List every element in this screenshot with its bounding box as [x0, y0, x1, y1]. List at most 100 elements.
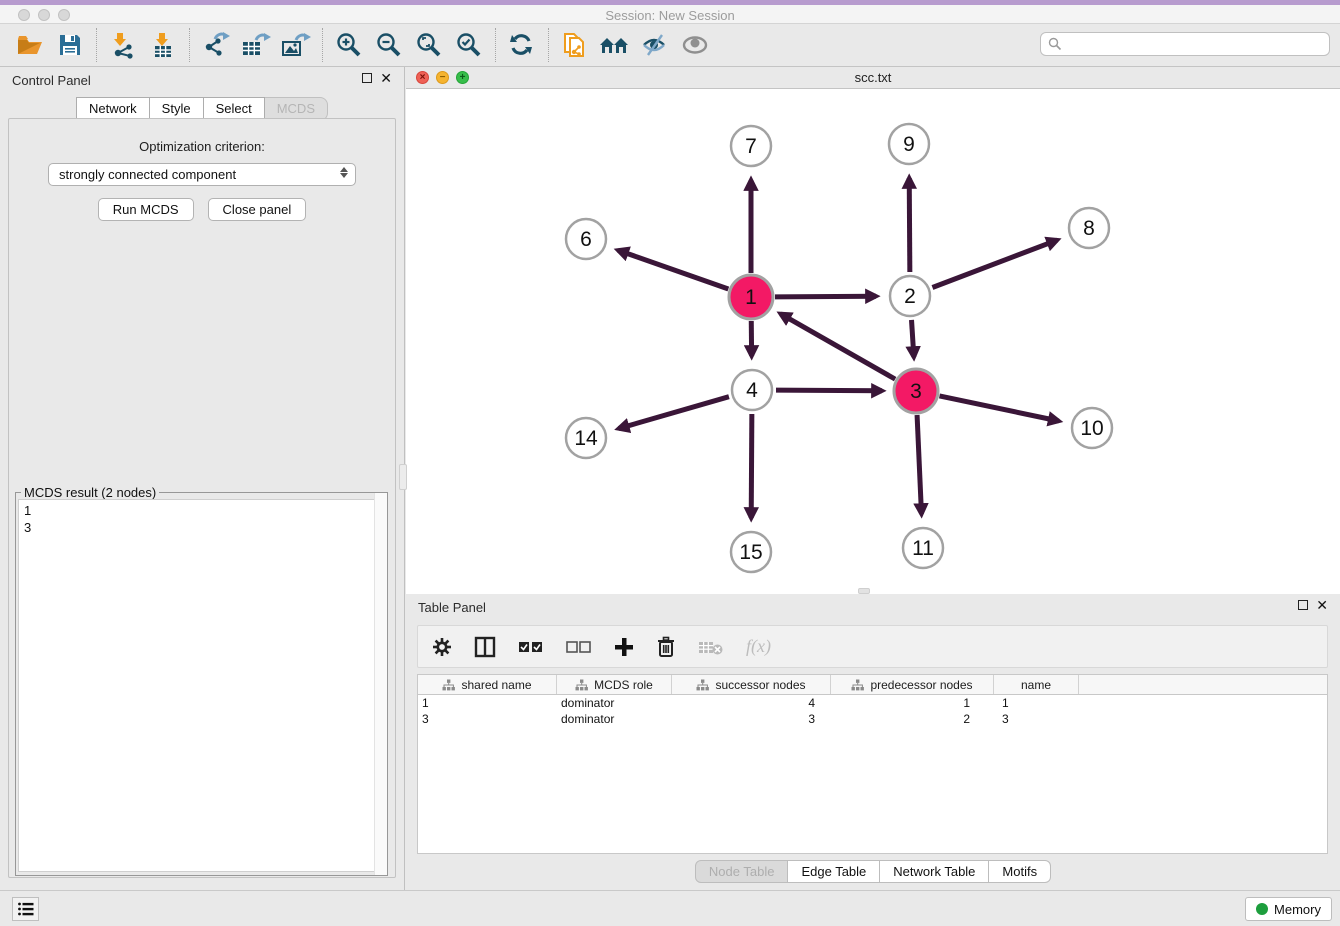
graph-edge-3-11[interactable]: [917, 415, 921, 514]
save-session-button[interactable]: [50, 27, 90, 63]
table-row[interactable]: 3 dominator 3 2 3: [418, 711, 1327, 727]
show-all-button[interactable]: [675, 27, 715, 63]
column-label: shared name: [461, 678, 531, 692]
apply-layout-button[interactable]: [502, 27, 542, 63]
zoom-fit-icon: [415, 31, 443, 59]
toolbar-separator: [322, 28, 323, 62]
cell-successor-nodes[interactable]: 4: [672, 696, 831, 710]
network-view-window: × − + scc.txt 7968124314101511: [406, 67, 1340, 594]
column-namespace-icon: [851, 679, 864, 691]
column-label: name: [1021, 678, 1051, 692]
graph-edge-3-1[interactable]: [781, 314, 896, 379]
graph-edge-4-3[interactable]: [776, 390, 882, 391]
search-icon: [1047, 36, 1063, 52]
graph-edge-2-3[interactable]: [912, 320, 914, 357]
close-panel-icon[interactable]: ✕: [380, 73, 392, 83]
import-table-button[interactable]: [143, 27, 183, 63]
column-header-name[interactable]: name: [994, 675, 1079, 694]
mcds-result-textarea[interactable]: 1 3: [18, 499, 385, 872]
cell-shared-name[interactable]: 3: [418, 712, 557, 726]
graph-node-label-1: 1: [745, 286, 757, 309]
unselect-all-columns-icon[interactable]: [566, 640, 592, 654]
result-scrollbar[interactable]: [374, 493, 387, 875]
cell-predecessor-nodes[interactable]: 2: [831, 712, 994, 726]
export-network-button[interactable]: [196, 27, 236, 63]
optimization-criterion-dropdown[interactable]: strongly connected component: [48, 163, 356, 186]
two-houses-icon: [598, 32, 632, 58]
control-panel: Control Panel ✕ Network Style Select MCD…: [0, 67, 405, 890]
table-settings-gear-icon[interactable]: [432, 637, 452, 657]
graph-edge-4-15[interactable]: [751, 414, 752, 518]
node-table[interactable]: shared name MCDS role: [417, 674, 1328, 854]
cell-mcds-role[interactable]: dominator: [557, 696, 672, 710]
mcds-tab-content: Optimization criterion: strongly connect…: [8, 118, 396, 878]
network-window-titlebar[interactable]: × − + scc.txt: [406, 67, 1340, 89]
select-all-columns-icon[interactable]: [518, 640, 544, 654]
optimization-criterion-label: Optimization criterion:: [9, 139, 395, 154]
task-history-button[interactable]: [12, 897, 39, 921]
export-table-button[interactable]: [236, 27, 276, 63]
close-panel-button[interactable]: Close panel: [208, 198, 307, 221]
export-image-button[interactable]: [276, 27, 316, 63]
graph-edge-3-10[interactable]: [939, 396, 1058, 421]
tab-node-table[interactable]: Node Table: [695, 860, 789, 883]
zoom-fit-button[interactable]: [409, 27, 449, 63]
float-panel-icon[interactable]: [362, 73, 372, 83]
create-column-plus-icon[interactable]: [614, 637, 634, 657]
function-builder-icon-disabled: f(x): [746, 636, 771, 657]
graph-node-label-8: 8: [1083, 217, 1095, 240]
hide-selected-button[interactable]: [635, 27, 675, 63]
column-header-mcds-role[interactable]: MCDS role: [557, 675, 672, 694]
table-panel-tabs: Node Table Edge Table Network Table Moti…: [406, 860, 1340, 883]
cell-name[interactable]: 3: [994, 712, 1079, 726]
graph-edge-4-14[interactable]: [619, 397, 729, 429]
graph-edge-1-2[interactable]: [775, 296, 876, 297]
cell-predecessor-nodes[interactable]: 1: [831, 696, 994, 710]
tab-edge-table[interactable]: Edge Table: [788, 860, 880, 883]
open-session-button[interactable]: [10, 27, 50, 63]
zoom-out-button[interactable]: [369, 27, 409, 63]
search-input[interactable]: [1063, 34, 1329, 54]
tab-network-table[interactable]: Network Table: [880, 860, 989, 883]
cell-mcds-role[interactable]: dominator: [557, 712, 672, 726]
show-columns-icon[interactable]: [474, 636, 496, 658]
panel-splitter-handle[interactable]: [399, 464, 407, 490]
toolbar-search-field[interactable]: [1040, 32, 1330, 56]
graph-edge-1-6[interactable]: [618, 250, 728, 289]
import-network-button[interactable]: [103, 27, 143, 63]
graph-node-label-4: 4: [746, 379, 758, 402]
first-neighbors-button[interactable]: [595, 27, 635, 63]
save-floppy-icon: [57, 32, 83, 58]
graph-edge-2-9[interactable]: [909, 178, 910, 272]
run-mcds-button[interactable]: Run MCDS: [98, 198, 194, 221]
memory-button[interactable]: Memory: [1245, 897, 1332, 921]
memory-label: Memory: [1274, 902, 1321, 917]
column-label: successor nodes: [715, 678, 805, 692]
import-table-icon: [149, 31, 177, 59]
zoom-selected-button[interactable]: [449, 27, 489, 63]
clone-network-button[interactable]: [555, 27, 595, 63]
graph-edge-2-8[interactable]: [932, 240, 1057, 287]
network-canvas[interactable]: 7968124314101511: [406, 89, 1340, 594]
column-namespace-icon: [575, 679, 588, 691]
close-table-panel-icon[interactable]: ✕: [1316, 600, 1328, 610]
cell-shared-name[interactable]: 1: [418, 696, 557, 710]
column-header-shared-name[interactable]: shared name: [418, 675, 557, 694]
zoom-in-icon: [335, 31, 363, 59]
memory-status-dot: [1256, 903, 1268, 915]
export-table-icon: [240, 31, 272, 59]
float-table-panel-icon[interactable]: [1298, 600, 1308, 610]
toolbar-separator: [96, 28, 97, 62]
cell-name[interactable]: 1: [994, 696, 1079, 710]
table-panel: Table Panel ✕: [406, 594, 1340, 890]
cell-successor-nodes[interactable]: 3: [672, 712, 831, 726]
graph-node-label-14: 14: [574, 427, 598, 450]
table-row[interactable]: 1 dominator 4 1 1: [418, 695, 1327, 711]
column-header-predecessor-nodes[interactable]: predecessor nodes: [831, 675, 994, 694]
dropdown-stepper-icon: [340, 167, 348, 178]
graph-node-label-3: 3: [910, 380, 922, 403]
column-header-successor-nodes[interactable]: successor nodes: [672, 675, 831, 694]
zoom-in-button[interactable]: [329, 27, 369, 63]
delete-column-trash-icon[interactable]: [656, 636, 676, 658]
tab-motifs[interactable]: Motifs: [989, 860, 1051, 883]
